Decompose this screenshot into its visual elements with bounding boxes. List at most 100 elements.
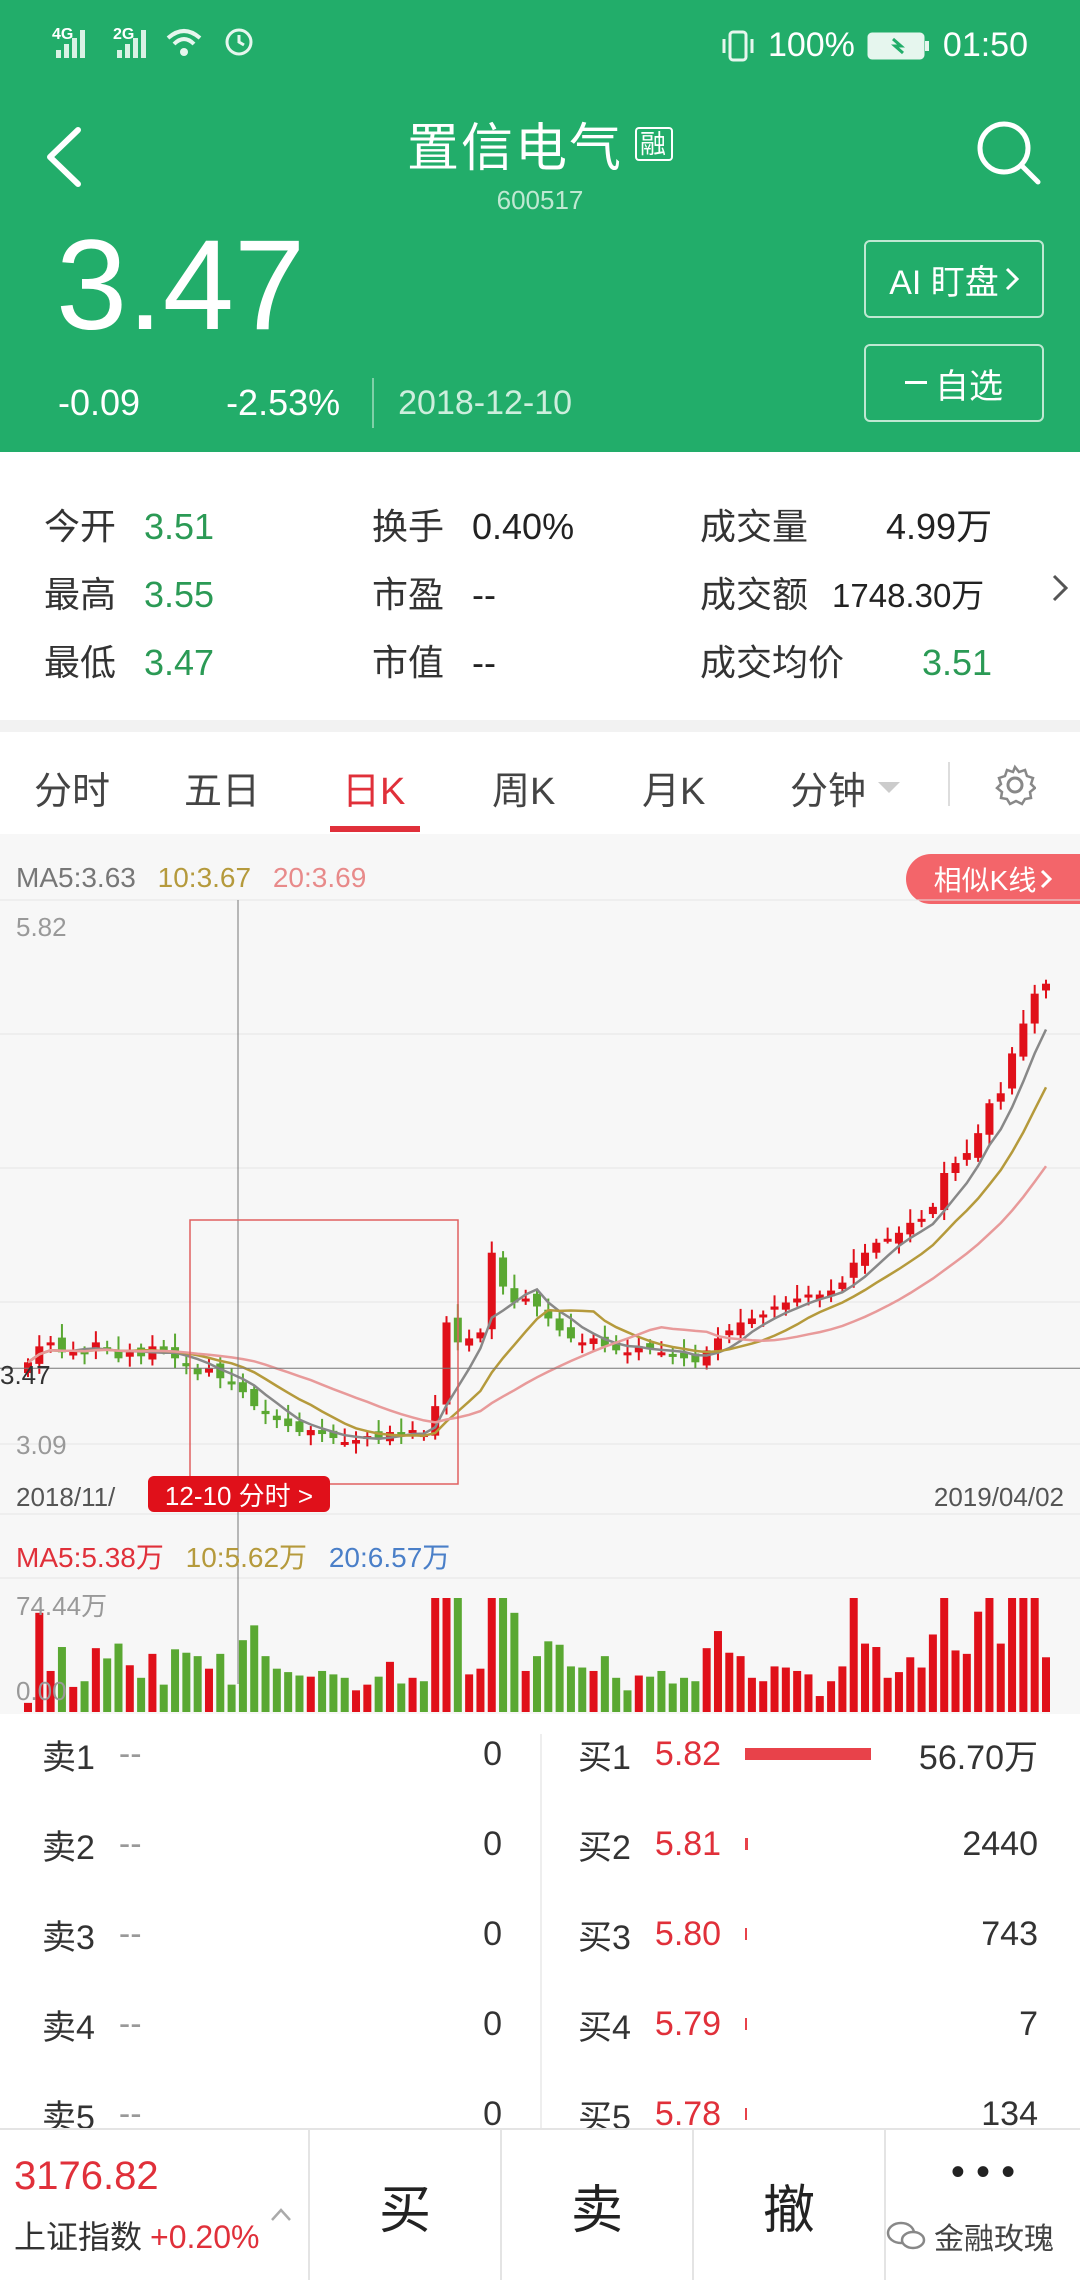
candle-body [295,1421,304,1433]
buy-level-row[interactable]: 买1 5.82 56.70万 [578,1724,1038,1784]
k-line-chart[interactable]: MA5:3.63 10:3.67 20:3.69 相似K线 5.82 3.47 … [0,834,1080,1714]
buy-button[interactable]: 买 [308,2130,500,2280]
volume-bar [114,1643,123,1712]
volume-bar [521,1670,530,1712]
more-label: • • • [950,2150,1016,2194]
level-qty: 134 [981,2094,1038,2131]
candle-body [284,1418,293,1427]
gear-icon[interactable] [994,764,1036,806]
battery-icon [867,32,929,59]
volume-bar [397,1683,406,1712]
wechat-icon [886,2221,926,2250]
intraday-tip-button[interactable]: 12-10 分时 > [148,1476,330,1512]
volume-bar [589,1670,598,1712]
volume-bar [578,1667,587,1712]
candle-body [974,1133,983,1158]
volume-bar [838,1666,847,1712]
volume-bar [623,1690,632,1712]
candle-body [985,1103,994,1135]
volume-bar [261,1656,270,1712]
volume-bar [544,1641,553,1712]
sell-level-row[interactable]: 卖3 -- 0 [42,1904,502,1964]
level-label: 卖3 [42,1918,95,1957]
vol-ma20-label: 20:6.57万 [328,1542,451,1573]
status-bar: 4G 2G 100% 01:50 [0,18,1080,74]
volume-bar [736,1656,745,1712]
price-change-pct: -2.53% [226,382,341,423]
tab-monthly-k[interactable]: 月K [642,760,705,815]
level-price: 5.78 [654,2094,722,2131]
buy-level-row[interactable]: 买5 5.78 134 [578,2084,1038,2131]
tab-intraday[interactable]: 分时 [34,760,110,815]
tab-minute[interactable]: 分钟 [790,760,901,815]
candle-body [1042,983,1050,991]
candle-body [250,1389,259,1407]
index-value: 3176.82 [14,2154,159,2198]
active-tab-indicator [330,826,420,832]
volume-bar [747,1677,756,1712]
buy-level-row[interactable]: 买2 5.81 2440 [578,1814,1038,1874]
candle-body [940,1172,949,1211]
volume-bar [476,1668,485,1712]
sell-level-row[interactable]: 卖4 -- 0 [42,1994,502,2054]
tab-five-day[interactable]: 五日 [184,760,260,815]
stats-panel[interactable]: 今开 3.51 换手 0.40% 成交量 4.99万 最高 3.55 市盈 -- 成交额 1… [0,452,1080,720]
sell-button[interactable]: 卖 [500,2130,692,2280]
tab-weekly-k[interactable]: 周K [492,760,555,815]
ai-watch-label: AI 盯盘 [889,263,999,302]
search-icon[interactable] [974,118,1044,188]
level-qty: 0 [483,2004,502,2043]
sell-level-row[interactable]: 卖2 -- 0 [42,1814,502,1874]
volume-bar [759,1681,768,1712]
volume-bar [725,1652,734,1712]
volume-bar [804,1674,813,1712]
chevron-up-icon [271,2208,291,2221]
nav-bar: 置信电气融 600517 [0,100,1080,215]
volume-bar [374,1676,383,1712]
level-label: 买5 [578,2098,631,2131]
stat-turnover: 换手 0.40% [372,506,575,547]
level-qty: 0 [483,2094,502,2131]
volume-bar [566,1666,575,1712]
level-qty: 56.70万 [918,1738,1038,1777]
candle-body [352,1440,361,1444]
depth-bar [745,2018,748,2030]
index-ticker[interactable]: 3176.82 上证指数 +0.20% [0,2130,308,2280]
tab-daily-k[interactable]: 日K [342,760,405,815]
volume-bar [329,1674,338,1712]
candle-body [227,1381,236,1385]
volume-bar [533,1656,541,1712]
add-watchlist-button[interactable]: 自选 [864,344,1044,422]
level-qty: 7 [1019,2004,1038,2043]
candle-body [272,1415,281,1421]
volume-bar [861,1643,870,1712]
candle-body [928,1206,937,1215]
volume-bar [781,1667,790,1712]
candle-body [917,1218,926,1222]
watchlist-label: 自选 [935,367,1003,406]
sell-level-row[interactable]: 卖5 -- 0 [42,2084,502,2131]
volume-bar [408,1677,417,1712]
buy-level-row[interactable]: 买3 5.80 743 [578,1904,1038,1964]
volume-bar [453,1598,462,1712]
candle-body [555,1318,564,1331]
level-price: -- [118,2004,142,2043]
candle-body [759,1314,768,1318]
tab-minute-label: 分钟 [790,771,867,813]
ai-watch-button[interactable]: AI 盯盘 [864,240,1044,318]
vibrate-icon [722,30,754,61]
buy-level-row[interactable]: 买4 5.79 7 [578,1994,1038,2054]
ma10-line [27,1086,1048,1438]
cancel-order-button[interactable]: 撤 [692,2130,884,2280]
volume-bar [103,1658,112,1712]
candlestick-svg[interactable] [0,834,1080,1714]
stat-low: 最低 3.47 [44,642,215,683]
chevron-right-icon[interactable] [1052,574,1068,602]
volume-bar [702,1648,711,1712]
volume-bar [793,1670,802,1712]
candle-body [951,1163,960,1173]
x-axis-end: 2019/04/02 [933,1482,1064,1512]
volume-bar [250,1625,259,1712]
sell-level-row[interactable]: 卖1 -- 0 [42,1724,502,1784]
volume-bar [419,1681,428,1712]
